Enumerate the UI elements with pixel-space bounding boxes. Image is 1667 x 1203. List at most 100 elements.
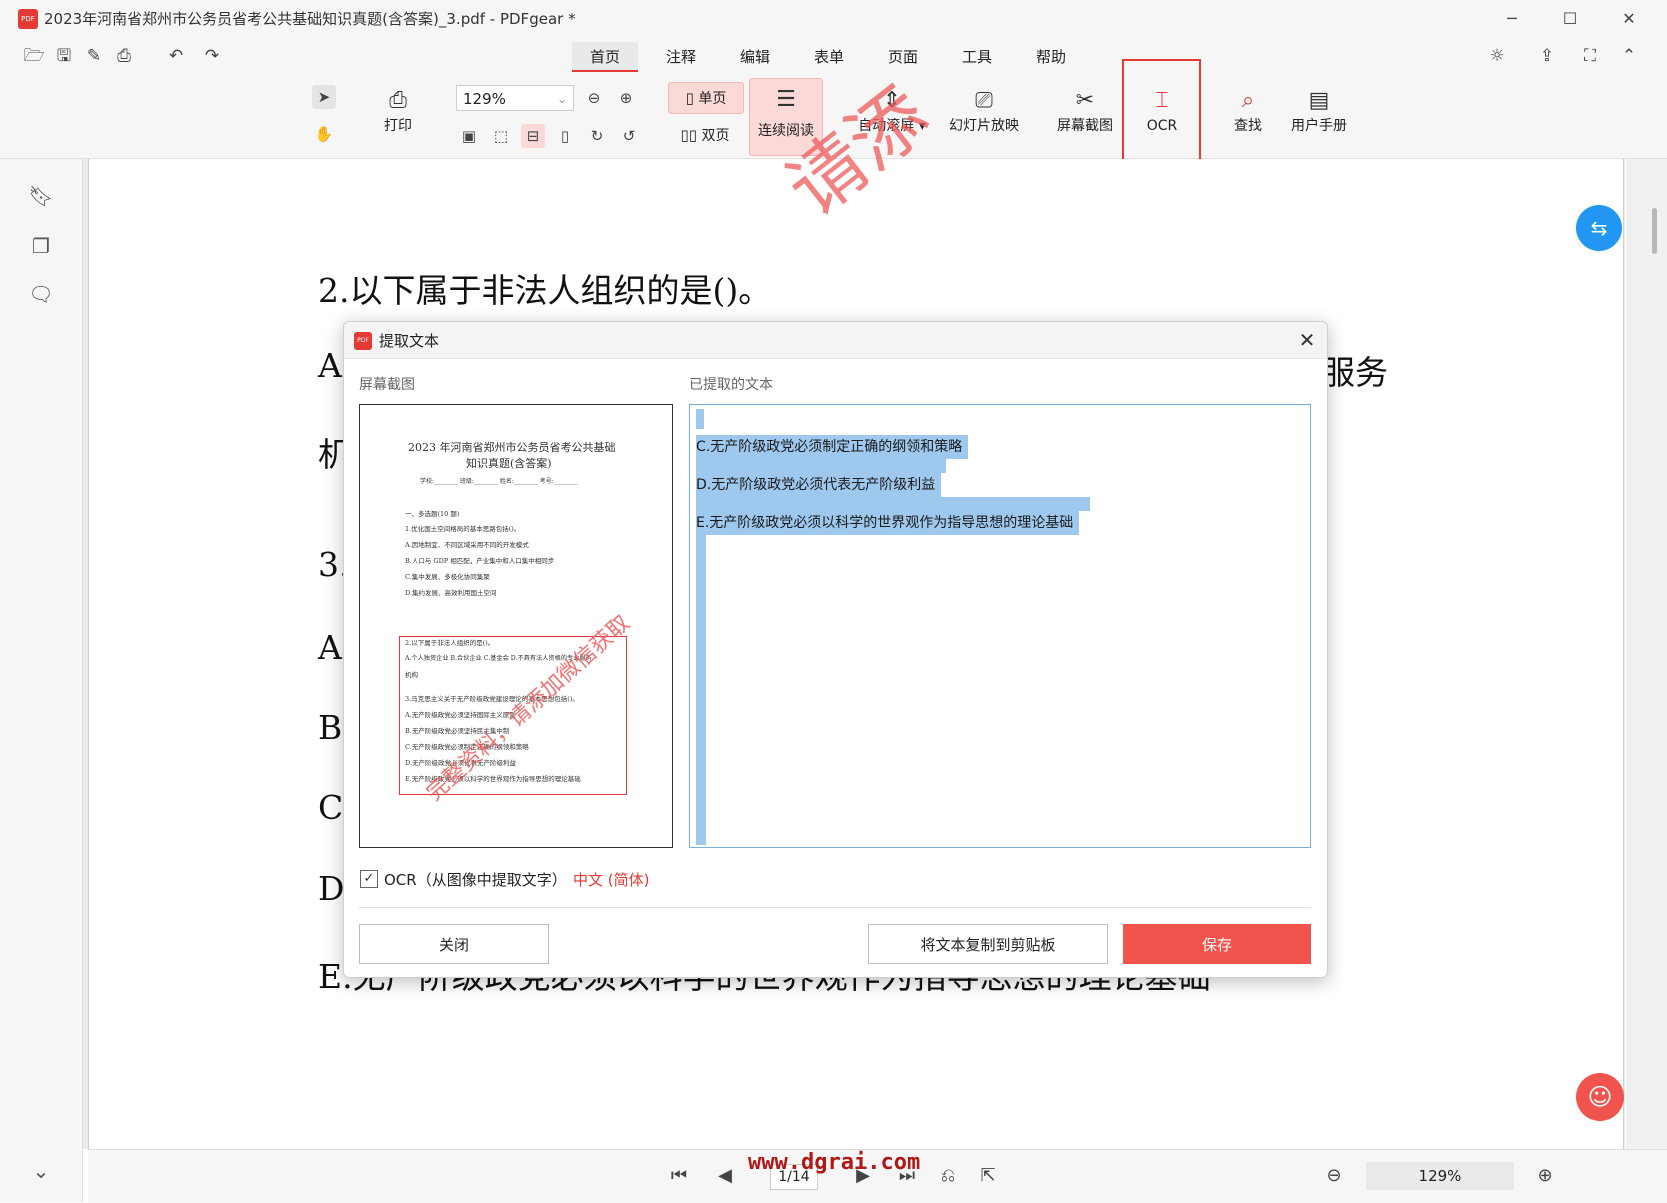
- ocr-language-link[interactable]: 中文 (简体): [573, 869, 649, 890]
- tab-help[interactable]: 帮助: [1018, 44, 1084, 70]
- fit-page-icon[interactable]: ⬚: [489, 124, 513, 148]
- preview-line: B.人口与 GDP 相匹配，产业集中和人口集中相同步: [405, 557, 555, 565]
- preview-line: A.因地制宜、不同区域采用不同的开发模式: [405, 541, 529, 549]
- save-button[interactable]: 保存: [1123, 924, 1311, 964]
- double-page-label: 双页: [701, 128, 730, 144]
- tab-tools[interactable]: 工具: [944, 44, 1010, 70]
- slideshow-button[interactable]: ⎚ 幻灯片放映: [944, 86, 1024, 136]
- actual-size-icon[interactable]: ▣: [457, 124, 481, 148]
- zoom-select[interactable]: 129% ⌄: [456, 85, 574, 111]
- thumbnails-icon[interactable]: ❐: [28, 233, 54, 259]
- close-window-icon[interactable]: ✕: [1606, 6, 1652, 32]
- fit-width-icon[interactable]: ⊟: [521, 124, 545, 148]
- dialog-title: 提取文本: [379, 332, 440, 350]
- screenshot-section-label: 屏幕截图: [359, 377, 415, 393]
- collapse-ribbon-icon[interactable]: ⌃: [1617, 44, 1641, 68]
- zoom-in-icon[interactable]: ⊕: [614, 86, 638, 110]
- prev-page-icon[interactable]: ◀: [712, 1163, 738, 1189]
- extract-text-dialog: PDF 提取文本 ✕ 屏幕截图 已提取的文本 2023 年河南省郑州市公务员省考…: [343, 321, 1328, 978]
- preview-line: C.集中发展、多极化协同集聚: [405, 573, 490, 581]
- tab-form[interactable]: 表单: [796, 44, 862, 70]
- doc-line-d: D: [318, 869, 345, 908]
- save-as-icon[interactable]: ✎: [82, 44, 106, 68]
- hand-tool-icon[interactable]: ✋: [312, 122, 336, 146]
- redo-icon[interactable]: ↷: [200, 44, 224, 68]
- single-page-button[interactable]: ▯ 单页: [668, 82, 744, 114]
- tab-annotate[interactable]: 注释: [648, 44, 714, 70]
- single-page-icon: ▯: [685, 89, 694, 107]
- maximize-icon[interactable]: ☐: [1547, 6, 1593, 32]
- first-page-icon[interactable]: ⏮: [666, 1163, 692, 1189]
- status-zoom-in-icon[interactable]: ⊕: [1532, 1163, 1558, 1189]
- window-title: 2023年河南省郑州市公务员省考公共基础知识真题(含答案)_3.pdf - PD…: [44, 10, 576, 28]
- share-icon[interactable]: ⇪: [1535, 44, 1559, 68]
- tab-home[interactable]: 首页: [572, 44, 638, 70]
- dialog-close-icon[interactable]: ✕: [1294, 327, 1320, 353]
- status-zoom-out-icon[interactable]: ⊖: [1321, 1163, 1347, 1189]
- bookmark-icon[interactable]: 🔖︎: [28, 183, 54, 209]
- select-tool-icon[interactable]: ➤: [312, 85, 336, 109]
- close-button[interactable]: 关闭: [359, 924, 549, 964]
- extracted-line: E.无产阶级政党必须以科学的世界观作为指导思想的理论基础: [696, 511, 1080, 535]
- user-manual-label: 用户手册: [1291, 118, 1347, 134]
- extracted-text-area[interactable]: C.无产阶级政党必须制定正确的纲领和策略 D.无产阶级政党必须代表无产阶级利益 …: [689, 404, 1311, 848]
- ai-assistant-icon[interactable]: ☺: [1576, 1073, 1624, 1121]
- selection-block: [696, 497, 1090, 511]
- printer-icon: ⎙: [389, 88, 407, 113]
- ocr-highlight-frame: [1122, 59, 1201, 166]
- go-forward-icon[interactable]: ⇱: [975, 1163, 1001, 1189]
- extracted-section-label: 已提取的文本: [689, 377, 773, 393]
- find-button[interactable]: ⌕ 查找: [1220, 86, 1276, 136]
- rotate-cw-icon[interactable]: ↻: [585, 124, 609, 148]
- print-button[interactable]: ⎙ 打印: [375, 86, 421, 136]
- preview-title-1: 2023 年河南省郑州市公务员省考公共基础: [408, 441, 616, 454]
- zoom-out-icon[interactable]: ⊖: [582, 86, 606, 110]
- status-zoom-value[interactable]: 129%: [1366, 1162, 1514, 1190]
- presentation-icon: ⎚: [975, 88, 993, 113]
- dialog-header: [344, 322, 1327, 359]
- open-file-icon[interactable]: 🗁: [22, 44, 46, 68]
- pdfgear-logo-icon: PDF: [18, 9, 38, 29]
- chevron-down-icon: ⌄: [556, 92, 567, 106]
- save-icon[interactable]: 🖫: [52, 44, 76, 68]
- minimize-icon[interactable]: ─: [1489, 6, 1535, 32]
- go-back-icon[interactable]: ⎌: [935, 1163, 961, 1189]
- doc-question-2: 2.以下属于非法人组织的是()。: [318, 271, 772, 310]
- vertical-scrollbar[interactable]: [1652, 208, 1657, 254]
- preview-line: 1.优化国土空间格局的基本思路包括()。: [405, 525, 521, 533]
- scissors-icon: ✂: [1075, 88, 1095, 113]
- preview-title-2: 知识真题(含答案): [466, 457, 552, 470]
- site-watermark: www.dgrai.com: [748, 1150, 921, 1175]
- print-quick-icon[interactable]: ⎙: [112, 44, 136, 68]
- ocr-checkbox[interactable]: ✓: [360, 870, 378, 888]
- selection-block: [696, 459, 946, 473]
- rotate-ccw-icon[interactable]: ↺: [617, 124, 641, 148]
- chevron-down-icon[interactable]: ⌄: [28, 1158, 54, 1184]
- pdf-to-word-icon[interactable]: ⇆: [1576, 205, 1622, 251]
- tab-edit[interactable]: 编辑: [722, 44, 788, 70]
- comments-icon[interactable]: 🗨︎: [28, 281, 54, 307]
- selection-block: [696, 535, 706, 845]
- screenshot-button[interactable]: ✂ 屏幕截图: [1050, 86, 1120, 136]
- doc-line-a2: A: [318, 628, 342, 667]
- undo-icon[interactable]: ↶: [164, 44, 188, 68]
- dialog-logo-icon: PDF: [354, 332, 372, 350]
- extracted-line: D.无产阶级政党必须代表无产阶级利益: [696, 473, 942, 497]
- right-scroll-rail: [1626, 159, 1667, 1202]
- doc-line-a1: A: [318, 346, 342, 385]
- theme-icon[interactable]: ☼: [1485, 44, 1509, 68]
- preview-form-line: 学校:________ 班级:________ 姓名:________ 考号:_…: [420, 478, 578, 485]
- fullscreen-icon[interactable]: ⛶: [1578, 44, 1602, 68]
- doc-line-fragment: 服务: [1322, 353, 1388, 392]
- double-page-button[interactable]: ▯▯ 双页: [668, 120, 742, 150]
- fit-height-icon[interactable]: ▯: [553, 124, 577, 148]
- search-icon: ⌕: [1241, 88, 1255, 113]
- single-page-label: 单页: [698, 91, 727, 107]
- dialog-divider: [359, 907, 1311, 908]
- zoom-select-value: 129%: [463, 90, 506, 108]
- user-manual-button[interactable]: ▤ 用户手册: [1284, 86, 1354, 136]
- copy-to-clipboard-button[interactable]: 将文本复制到剪贴板: [868, 924, 1108, 964]
- print-label: 打印: [384, 118, 412, 134]
- doc-line-b: B: [318, 708, 343, 747]
- left-sidebar: [0, 159, 83, 1202]
